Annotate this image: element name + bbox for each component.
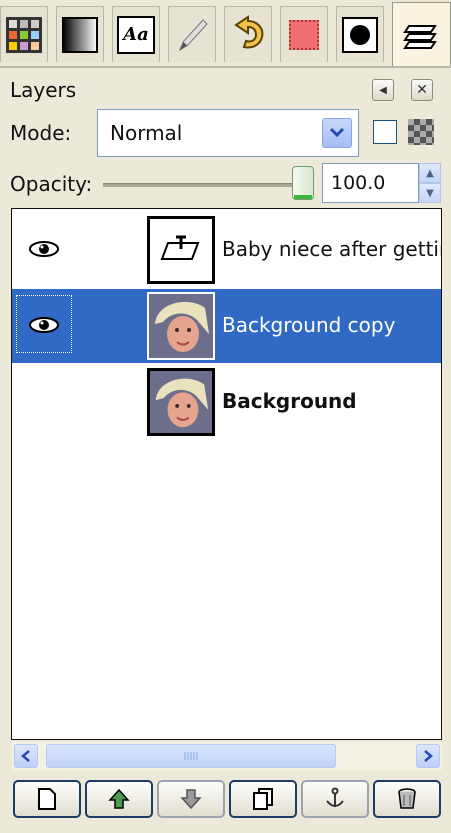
slider-thumb-highlight [294, 195, 312, 199]
text-layer-thumbnail [147, 216, 215, 284]
chevron-right-icon [424, 750, 433, 762]
grip-icon [184, 752, 198, 760]
layer-row[interactable]: Background [12, 365, 441, 439]
new-page-icon [38, 788, 56, 810]
tab-channels[interactable] [336, 6, 384, 62]
image-layer-thumbnail [147, 292, 215, 360]
layers-stack-icon [402, 24, 437, 49]
opacity-slider-track[interactable] [103, 183, 303, 187]
layer-name: Background copy [222, 313, 396, 337]
text-layer-icon [160, 235, 200, 260]
close-icon: ✕ [416, 82, 428, 98]
triangle-left-icon: ◀ [379, 84, 387, 96]
undo-history-icon [234, 14, 264, 48]
mode-select[interactable]: Normal [97, 109, 359, 157]
layer-row-selected[interactable]: Background copy [12, 289, 441, 363]
lower-layer-button[interactable] [157, 780, 225, 818]
layer-name: Baby niece after gettir [222, 237, 442, 261]
opacity-spin-up[interactable]: ▲ [419, 163, 441, 183]
dock-menu-button[interactable]: ◀ [372, 79, 394, 101]
brush-icon [179, 18, 208, 51]
tab-brushes[interactable] [168, 6, 216, 62]
scroll-thumb[interactable] [46, 744, 336, 768]
eye-icon[interactable] [28, 237, 60, 261]
selection-icon [289, 19, 319, 50]
duplicate-layer-button[interactable] [229, 780, 297, 818]
horizontal-scrollbar[interactable] [12, 742, 442, 770]
lock-alpha-checkbox[interactable] [373, 120, 397, 144]
trash-icon [398, 788, 416, 809]
dock-close-button[interactable]: ✕ [411, 79, 433, 101]
raise-layer-button[interactable] [85, 780, 153, 818]
tab-layers[interactable] [392, 2, 451, 66]
delete-layer-button[interactable] [373, 780, 441, 818]
opacity-input[interactable]: 100.0 [322, 163, 419, 203]
opacity-value: 100.0 [331, 172, 386, 194]
eye-icon[interactable] [28, 313, 60, 337]
layer-row[interactable]: Baby niece after gettir [12, 213, 441, 287]
chevron-down-icon [329, 127, 345, 138]
tab-gradients[interactable] [56, 6, 104, 62]
tab-selection[interactable] [280, 6, 328, 62]
dock-title: Layers [10, 78, 77, 102]
scroll-left-button[interactable] [14, 744, 38, 768]
photo-thumbnail-icon [150, 371, 212, 433]
palette-grid-icon [6, 16, 42, 53]
layer-name: Background [222, 389, 357, 413]
layer-list[interactable]: Baby niece after gettir Background copy [11, 208, 442, 740]
mode-value: Normal [110, 121, 183, 145]
anchor-layer-button[interactable] [301, 780, 369, 818]
tab-fonts[interactable]: Aa [112, 6, 160, 62]
checkerboard-icon [408, 119, 434, 145]
triangle-up-icon: ▲ [426, 167, 434, 179]
photo-thumbnail-icon [149, 294, 213, 358]
dropdown-arrow[interactable] [322, 118, 352, 148]
triangle-down-icon: ▼ [426, 187, 434, 199]
channel-icon [342, 16, 378, 53]
chevron-left-icon [21, 750, 30, 762]
gradient-icon [62, 16, 98, 53]
arrow-up-icon [108, 788, 130, 809]
duplicate-icon [253, 788, 273, 810]
tab-undo-history[interactable] [224, 6, 272, 62]
image-layer-thumbnail [147, 368, 215, 436]
opacity-label: Opacity: [10, 172, 93, 196]
font-icon: Aa [117, 15, 155, 54]
tab-divider [0, 66, 451, 68]
arrow-down-icon [180, 789, 202, 810]
mode-label: Mode: [10, 121, 72, 145]
new-layer-button[interactable] [13, 780, 81, 818]
scroll-right-button[interactable] [416, 744, 440, 768]
opacity-spin-down[interactable]: ▼ [419, 183, 441, 203]
tab-palettes[interactable] [0, 6, 48, 62]
anchor-icon [326, 787, 344, 807]
dock-tab-bar: Aa [0, 0, 451, 68]
